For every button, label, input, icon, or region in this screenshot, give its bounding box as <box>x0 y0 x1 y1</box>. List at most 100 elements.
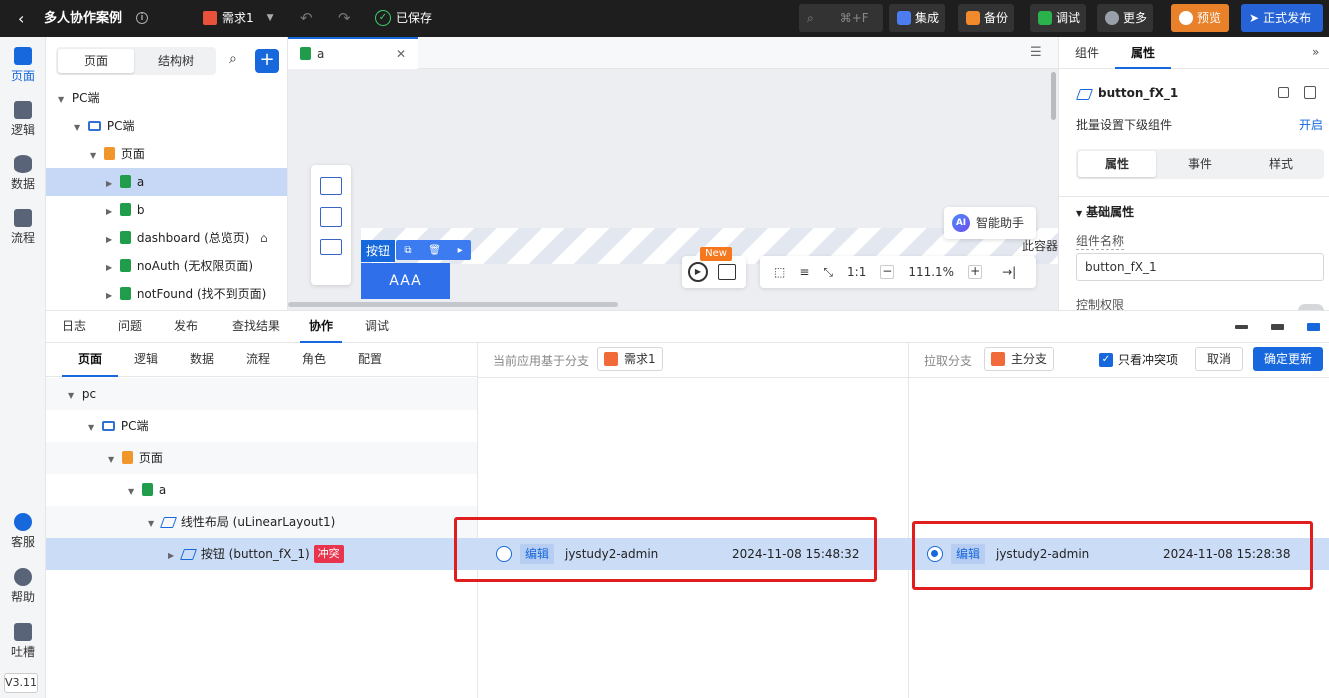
tree-item-noauth[interactable]: ▶ noAuth (无权限页面) <box>46 252 287 280</box>
tab-publish[interactable]: 发布 <box>166 311 206 343</box>
table-row[interactable]: ▼ PC端 <box>46 410 1329 442</box>
device-icon[interactable] <box>718 264 736 280</box>
document-settings-icon[interactable] <box>1304 86 1316 99</box>
input-component-icon[interactable] <box>320 239 342 255</box>
rail-item-data[interactable]: 数据 <box>0 155 46 192</box>
info-icon[interactable]: i <box>136 12 148 24</box>
more-button[interactable]: 更多 <box>1097 4 1153 32</box>
publish-button[interactable]: ➤ 正式发布 <box>1241 4 1323 32</box>
search-icon[interactable]: ⌕ <box>229 51 237 67</box>
list-icon[interactable]: ☰ <box>1030 45 1042 60</box>
rail-item-service[interactable]: 客服 <box>0 513 46 550</box>
tree-item-pc[interactable]: ▼ PC端 <box>46 112 287 140</box>
caret-right-icon: ▶ <box>106 291 113 300</box>
rail-item-feedback[interactable]: 吐槽 <box>0 623 46 660</box>
select-tool-icon[interactable]: ⬚ <box>774 265 785 279</box>
vertical-scrollbar[interactable] <box>1051 72 1056 120</box>
redo-icon[interactable]: ↷ <box>338 0 351 37</box>
tree-item-pages-folder[interactable]: ▼ 页面 <box>46 140 287 168</box>
caret-down-icon: ▼ <box>74 123 81 132</box>
minimize-icon[interactable] <box>1235 325 1248 329</box>
undo-icon[interactable]: ↶ <box>300 0 313 37</box>
pull-branch-chip[interactable]: 主分支 <box>984 347 1055 371</box>
caret-down-icon: ▼ <box>128 487 135 496</box>
tree-item-page-b[interactable]: ▶ b <box>46 196 287 224</box>
tab-properties[interactable]: 属性 <box>1115 37 1171 69</box>
file-icon <box>119 203 131 216</box>
backup-button[interactable]: 备份 <box>958 4 1014 32</box>
table-row[interactable]: ▼ a <box>46 474 1329 506</box>
only-conflicts-checkbox[interactable]: ✓ 只看冲突项 <box>1099 351 1178 368</box>
caret-right-icon[interactable]: ▸ <box>458 245 463 256</box>
ratio-button[interactable]: 1:1 <box>847 265 866 279</box>
tab-components[interactable]: 组件 <box>1059 37 1115 69</box>
subtab-config[interactable]: 配置 <box>348 343 392 377</box>
rail-item-flow[interactable]: 流程 <box>0 209 46 246</box>
layers-icon <box>897 11 911 25</box>
pull-branch-name: 主分支 <box>1011 352 1048 366</box>
table-row[interactable]: ▼ 页面 <box>46 442 1329 474</box>
batch-enable-link[interactable]: 开启 <box>1299 116 1323 133</box>
editor-tab-a[interactable]: a ✕ <box>288 37 418 69</box>
restore-icon[interactable] <box>1271 324 1284 330</box>
shrink-icon[interactable]: ⤡ <box>823 265 833 280</box>
section-basic-properties[interactable]: ▼ 基础属性 <box>1076 203 1134 220</box>
design-canvas[interactable]: a ✕ ☰ 按钮 ⧉ 🗑 ▸ AAA AI 智能助手 此容器 ▶ New ⬚ ≡… <box>288 37 1058 310</box>
layout-component-icon[interactable] <box>320 207 342 227</box>
rail-item-help[interactable]: 帮助 <box>0 568 46 605</box>
ai-assistant-button[interactable]: AI 智能助手 <box>944 207 1036 239</box>
tab-structure-tree[interactable]: 结构树 <box>138 49 214 73</box>
expand-icon[interactable]: » <box>1312 45 1319 59</box>
tab-events[interactable]: 事件 <box>1161 151 1239 177</box>
rail-item-page[interactable]: 页面 <box>0 47 46 84</box>
tab-log[interactable]: 日志 <box>54 311 94 343</box>
collapse-right-icon[interactable]: →| <box>1002 265 1016 279</box>
copy-icon[interactable]: ⧉ <box>404 245 411 256</box>
preview-button[interactable]: 预览 <box>1171 4 1229 32</box>
tab-styles[interactable]: 样式 <box>1242 151 1320 177</box>
tree-item-pc-root[interactable]: ▼ PC端 <box>46 84 287 112</box>
copy-icon[interactable] <box>1278 87 1289 98</box>
add-page-button[interactable]: + <box>255 49 279 73</box>
tab-search-results[interactable]: 查找结果 <box>224 311 288 343</box>
canvas-button-aaa[interactable]: AAA <box>361 263 450 299</box>
search-button[interactable]: ⌕ ⌘+F <box>799 4 883 32</box>
subtab-flow[interactable]: 流程 <box>236 343 280 377</box>
confirm-update-button[interactable]: 确定更新 <box>1253 347 1323 371</box>
table-row[interactable]: ▼ pc <box>46 378 1329 410</box>
grid-tool-icon[interactable]: ≡ <box>799 265 809 279</box>
tab-pages[interactable]: 页面 <box>58 49 134 73</box>
integrate-button[interactable]: 集成 <box>889 4 945 32</box>
debug-button[interactable]: 调试 <box>1030 4 1086 32</box>
branch-icon <box>991 352 1005 366</box>
tab-collaboration[interactable]: 协作 <box>300 311 342 343</box>
branch-selector[interactable]: 需求1 ▼ <box>203 8 274 28</box>
subtab-logic[interactable]: 逻辑 <box>124 343 168 377</box>
form-component-icon[interactable] <box>320 177 342 195</box>
play-icon[interactable]: ▶ <box>688 262 708 282</box>
subtab-data[interactable]: 数据 <box>180 343 224 377</box>
trash-icon[interactable]: 🗑 <box>428 245 441 256</box>
close-icon[interactable]: ✕ <box>396 39 406 69</box>
chevron-down-icon: ▼ <box>266 13 274 23</box>
tree-item-notfound[interactable]: ▶ notFound (找不到页面) <box>46 280 287 308</box>
rail-item-logic[interactable]: 逻辑 <box>0 101 46 138</box>
tree-item-page-a[interactable]: ▶ a <box>46 168 287 196</box>
tab-debug[interactable]: 调试 <box>356 311 398 343</box>
zoom-out-button[interactable]: − <box>880 265 895 279</box>
horizontal-scrollbar[interactable] <box>288 302 618 307</box>
tree-item-dashboard[interactable]: ▶ dashboard (总览页) ⌂ <box>46 224 287 252</box>
home-icon[interactable]: ⌂ <box>260 224 268 252</box>
subtab-pages[interactable]: 页面 <box>62 343 118 377</box>
highlight-box-current <box>454 517 877 582</box>
maximize-icon[interactable] <box>1307 323 1320 331</box>
tab-issues[interactable]: 问题 <box>110 311 150 343</box>
tree-item-label: 页面 <box>120 147 145 161</box>
component-name-label: 组件名称 <box>1076 234 1125 250</box>
component-name-input[interactable]: button_fX_1 <box>1076 253 1324 281</box>
cancel-button[interactable]: 取消 <box>1195 347 1243 371</box>
tab-attributes[interactable]: 属性 <box>1078 151 1156 177</box>
back-icon[interactable]: ‹ <box>18 0 24 37</box>
zoom-in-button[interactable]: + <box>968 265 983 279</box>
subtab-roles[interactable]: 角色 <box>292 343 336 377</box>
